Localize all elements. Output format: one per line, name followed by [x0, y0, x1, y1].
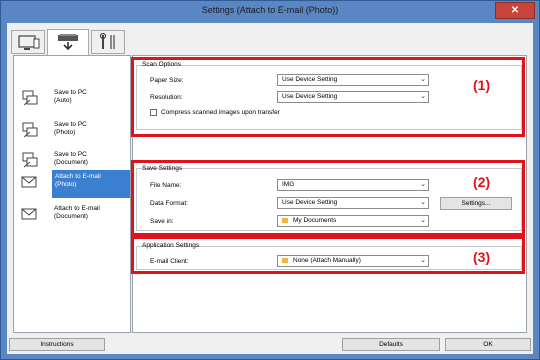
callout-marker-1: (1): [473, 77, 491, 93]
callout-frame-2: [131, 160, 525, 236]
close-button[interactable]: ✕: [495, 2, 535, 19]
callout-frame-3: [131, 236, 525, 274]
tab-scan-from-computer[interactable]: [11, 30, 45, 54]
sidebar-item-label: Save to PC (Auto): [54, 89, 87, 104]
defaults-button[interactable]: Defaults: [342, 338, 440, 351]
sidebar-item-save-to-pc-photo[interactable]: Save to PC (Photo): [18, 118, 128, 144]
sidebar-item-attach-email-photo[interactable]: Attach to E-mail (Photo): [18, 170, 130, 198]
sidebar-item-label: Save to PC (Document): [54, 151, 88, 166]
sidebar-item-label: Attach to E-mail (Document): [54, 205, 100, 220]
sidebar-item-label: Attach to E-mail (Photo): [52, 170, 130, 198]
ok-button[interactable]: OK: [445, 338, 531, 351]
settings-window: Settings (Attach to E-mail (Photo)) ✕ Sa…: [0, 0, 540, 360]
sidebar-item-save-to-pc-auto[interactable]: Save to PC (Auto): [18, 86, 128, 112]
save-to-pc-icon: [22, 152, 38, 168]
settings-panel: Scan Options Paper Size: Use Device Sett…: [131, 55, 527, 333]
email-icon: [21, 208, 37, 220]
instructions-button[interactable]: Instructions: [9, 338, 105, 351]
scan-from-computer-icon: [18, 35, 40, 50]
callout-frame-1: [131, 57, 525, 137]
scan-from-operation-panel-icon: [58, 34, 78, 51]
tab-general-settings[interactable]: [91, 30, 125, 54]
window-title: Settings (Attach to E-mail (Photo)): [201, 5, 339, 15]
dialog-client-area: Save to PC (Auto) Save to PC (Photo) Sav…: [7, 23, 533, 354]
tab-scan-from-operation-panel[interactable]: [47, 29, 89, 55]
general-settings-icon: [99, 32, 115, 49]
callout-marker-3: (3): [473, 249, 491, 265]
save-to-pc-icon: [22, 122, 38, 138]
email-icon: [21, 176, 37, 188]
sidebar-item-label: Save to PC (Photo): [54, 121, 87, 136]
callout-marker-2: (2): [473, 174, 491, 190]
scan-mode-list: Save to PC (Auto) Save to PC (Photo) Sav…: [13, 55, 131, 333]
sidebar-item-attach-email-document[interactable]: Attach to E-mail (Document): [18, 202, 128, 228]
save-to-pc-icon: [22, 90, 38, 106]
